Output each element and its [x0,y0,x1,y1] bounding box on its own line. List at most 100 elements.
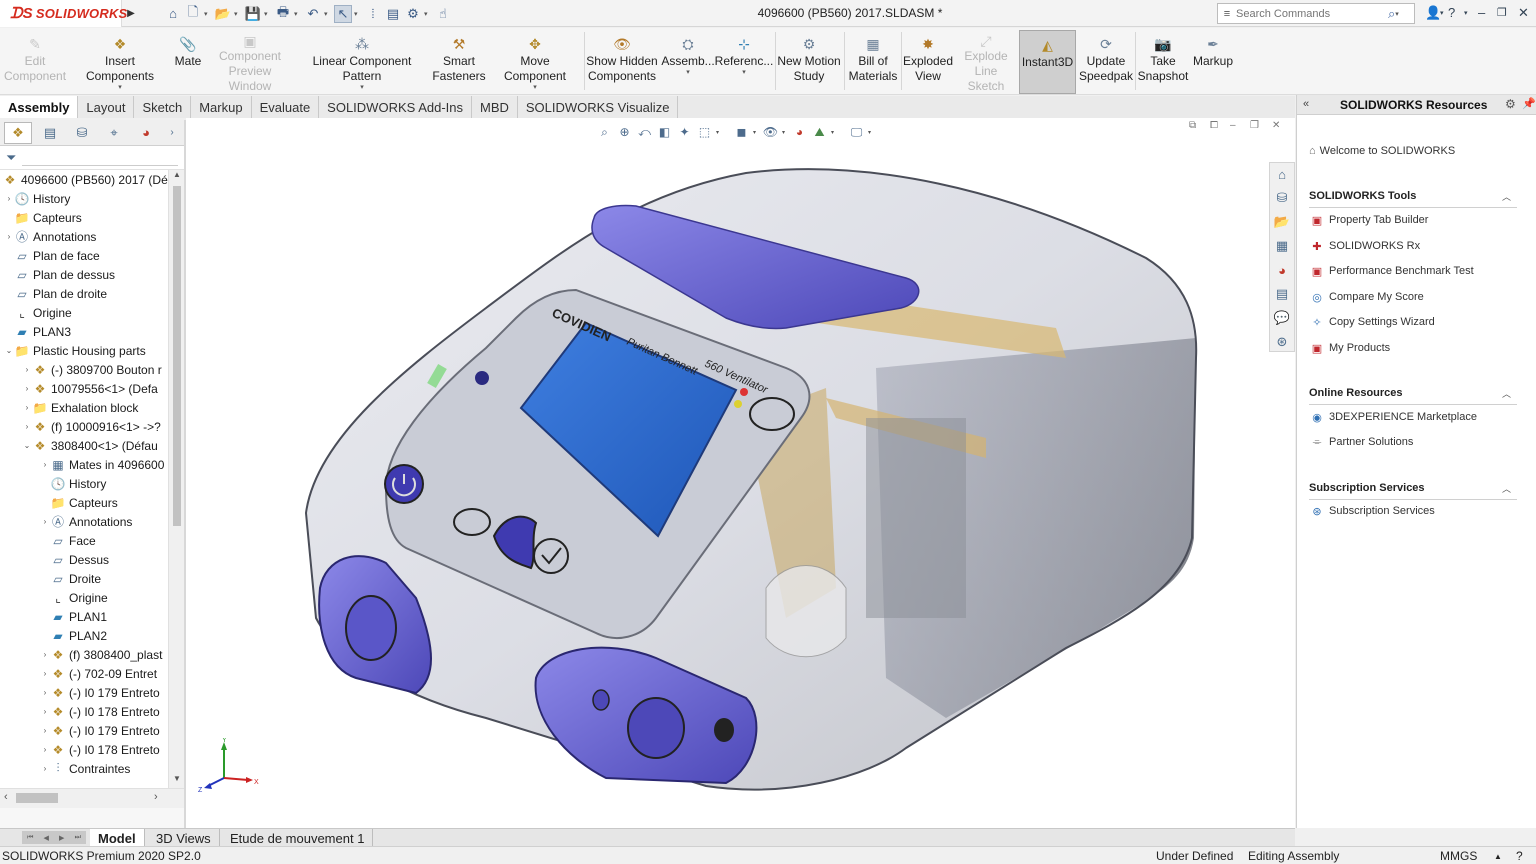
expand-arrow-icon[interactable]: › [40,460,50,469]
tab-layout[interactable]: Layout [78,96,135,118]
collapse-pane-icon[interactable]: « [1303,98,1309,110]
update-speedpak-button[interactable]: ⟳ Update Speedpak [1078,30,1134,94]
unit-system[interactable]: MMGS [1440,849,1477,863]
expand-arrow-icon[interactable]: › [40,650,50,659]
search-commands-box[interactable]: ≡ ⌕ ▾ [1217,3,1415,24]
chevron-up-icon[interactable]: ︿ [1502,482,1511,495]
link-property-tab-builder[interactable]: ▣ Property Tab Builder [1309,212,1429,228]
tree-item-part[interactable]: › ❖ (-) 702-09 Entret [40,664,168,683]
scroll-up-icon[interactable]: ▲ [169,170,185,184]
home-icon[interactable]: ⌂ [164,5,182,23]
chevron-down-icon[interactable]: ▾ [424,10,432,18]
welcome-link[interactable]: ⌂ Welcome to SOLIDWORKS [1309,145,1455,157]
view-palette-icon[interactable]: ▦ [1273,237,1291,255]
link-my-products[interactable]: ▣ My Products [1309,340,1390,356]
tree-item-constraints[interactable]: › ⫶ Contraintes [40,759,168,778]
chevron-up-icon[interactable]: ︿ [1502,387,1511,400]
link-copy-settings-wizard[interactable]: ✧ Copy Settings Wizard [1309,314,1434,330]
previous-tab-icon[interactable]: ◀ [44,834,49,842]
tab-solidworks-visualize[interactable]: SOLIDWORKS Visualize [518,96,679,118]
section-header-tools[interactable]: SOLIDWORKS Tools ︿ [1309,190,1517,208]
solidworks-logo[interactable]: ᗪS SOLIDWORKS [0,0,127,27]
chevron-down-icon[interactable]: ▾ [354,10,362,18]
options-gear-icon[interactable]: ⚙ [404,5,422,23]
appearances-icon[interactable]: ◕ [1273,261,1291,279]
minimize-icon[interactable]: – [1478,5,1485,20]
tab-markup[interactable]: Markup [191,96,252,118]
tree-item-mates[interactable]: › ▦ Mates in 4096600 [40,455,168,474]
tree-item-sensors[interactable]: 📁 Capteurs [50,493,168,512]
tree-item-annotations[interactable]: › Ⓐ Annotations [40,512,168,531]
show-hidden-components-button[interactable]: 👁 Show Hidden Components [586,30,658,94]
tree-item-plastic-housing-folder[interactable]: ⌄ 📁 Plastic Housing parts [4,341,168,360]
move-component-button[interactable]: ✥ Move Component ▾ [488,30,582,94]
help-icon[interactable]: ? [1516,849,1523,863]
search-input[interactable] [1236,7,1386,20]
tab-solidworks-add-ins[interactable]: SOLIDWORKS Add-Ins [319,96,472,118]
settings-gear-icon[interactable]: ⚙ [1505,97,1516,111]
tree-item-component[interactable]: › ❖ (-) 3809700 Bouton r [22,360,168,379]
chevron-down-icon[interactable]: ▾ [234,10,242,18]
expand-arrow-icon[interactable]: › [40,669,50,678]
tree-item-plan3[interactable]: ▰ PLAN3 [14,322,168,341]
custom-properties-icon[interactable]: ▤ [1273,285,1291,303]
chevron-down-icon[interactable]: ▾ [294,10,302,18]
first-tab-icon[interactable]: ⏮ [27,834,33,842]
save-icon[interactable]: 💾 [244,5,262,23]
property-manager-tab-icon[interactable]: ▤ [36,122,64,144]
chevron-down-icon[interactable]: ▾ [264,10,272,18]
tree-root-assembly[interactable]: ❖ 4096600 (PB560) 2017 (Dé [2,170,168,189]
expand-arrow-icon[interactable]: › [40,517,50,526]
undo-icon[interactable]: ↶ [304,5,322,23]
chevron-down-icon[interactable]: ▾ [324,10,332,18]
expand-arrow-icon[interactable]: › [22,403,32,412]
tree-item-origin[interactable]: ⌞ Origine [50,588,168,607]
graphics-area[interactable]: ⌕ ⊕ ⤺ ◧ ✦ ⬚ ▾ ◼ ▾ 👁 ▾ ◕ ⛰ ▾ 🖵 ▾ ⧉ ⧠ – ❐ … [186,118,1295,828]
chevron-up-icon[interactable]: ▲ [1494,852,1502,861]
tree-item-exhalation-block[interactable]: › 📁 Exhalation block [22,398,168,417]
section-header-online-resources[interactable]: Online Resources ︿ [1309,387,1517,405]
expand-arrow-icon[interactable]: › [4,232,14,241]
user-icon[interactable]: 👤 [1425,5,1441,21]
tree-item-plan1[interactable]: ▰ PLAN1 [50,607,168,626]
link-subscription-services[interactable]: ⊛ Subscription Services [1309,503,1434,519]
last-tab-icon[interactable]: ⏭ [75,834,81,842]
design-library-icon[interactable]: ⛁ [1273,189,1291,207]
scroll-right-icon[interactable]: › [154,791,158,803]
menu-expand-icon[interactable]: ▶ [124,4,138,23]
link-partner-solutions[interactable]: ⌯ Partner Solutions [1309,434,1414,450]
new-document-icon[interactable]: 🗋 [184,4,202,23]
chevron-down-icon[interactable]: ▾ [360,84,364,92]
tree-item-part[interactable]: › ❖ (f) 3808400_plast [40,645,168,664]
tree-item-part[interactable]: › ❖ (-) I0 178 Entreto [40,740,168,759]
forum-icon[interactable]: 💬 [1273,309,1291,327]
chevron-down-icon[interactable]: ▾ [118,84,122,92]
search-icon[interactable]: ⌕ [1388,6,1395,22]
open-folder-icon[interactable]: 📂 [214,5,232,23]
chevron-down-icon[interactable]: ▾ [533,84,537,92]
mate-button[interactable]: 📎 Mate [170,30,206,94]
tree-vertical-scrollbar[interactable]: ▲ ▼ [168,170,184,788]
tree-item-component[interactable]: › ❖ (f) 10000916<1> ->? [22,417,168,436]
exploded-view-button[interactable]: ✸ Exploded View [903,30,953,94]
take-snapshot-button[interactable]: 📷 Take Snapshot [1137,30,1189,94]
tree-item-history[interactable]: › 🕓 History [4,189,168,208]
tree-horizontal-scrollbar[interactable]: ‹ › [0,788,184,808]
tab-evaluate[interactable]: Evaluate [252,96,320,118]
next-tab-icon[interactable]: ▶ [59,834,64,842]
pin-icon[interactable]: 📌 [1522,97,1536,110]
configuration-manager-tab-icon[interactable]: ⛁ [68,122,96,144]
collapse-arrow-icon[interactable]: ⌄ [22,441,32,450]
ventilator-model-render[interactable]: COVIDIEN Puritan Bennett 560 Ventilator [186,118,1295,828]
expand-arrow-icon[interactable]: › [40,764,50,773]
bill-of-materials-button[interactable]: ▦ Bill of Materials [846,30,900,94]
chevron-down-icon[interactable]: ▾ [686,69,690,77]
expand-arrow-icon[interactable]: › [22,422,32,431]
scroll-thumb[interactable] [16,793,58,803]
tab-3d-views[interactable]: 3D Views [148,829,220,847]
expand-arrow-icon[interactable]: › [40,688,50,697]
link-performance-benchmark[interactable]: ▣ Performance Benchmark Test [1309,263,1474,279]
select-cursor-icon[interactable]: ↖ [334,4,352,23]
network-icon[interactable]: ⊛ [1273,333,1291,351]
tree-item-annotations[interactable]: › Ⓐ Annotations [4,227,168,246]
